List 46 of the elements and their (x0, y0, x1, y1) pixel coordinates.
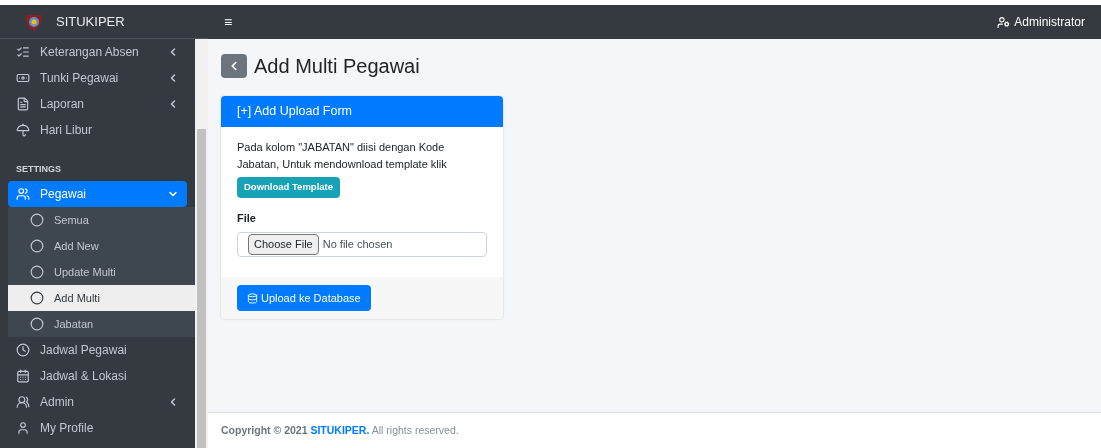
menu-icon[interactable]: ≡ (224, 11, 233, 33)
user-menu[interactable]: Administrator (997, 13, 1085, 31)
list-icon (16, 45, 30, 59)
circle-icon (30, 317, 44, 331)
sidebar-item[interactable]: Admin (8, 389, 187, 415)
circle-icon (30, 213, 44, 227)
submenu-item[interactable]: Add New (8, 233, 195, 259)
file-input[interactable]: Choose File No file chosen (237, 232, 487, 258)
copyright-text: Copyright © 2021 SITUKIPER. All rights reserved. (221, 422, 459, 438)
submenu-item[interactable]: Add Multi (8, 285, 195, 311)
circle-icon (30, 291, 44, 305)
user-icon (16, 421, 30, 435)
users-icon (16, 395, 30, 409)
choose-file-button[interactable]: Choose File (248, 234, 319, 255)
users-icon (16, 187, 30, 201)
upload-button[interactable]: Upload ke Database (237, 285, 371, 312)
database-icon (247, 292, 258, 304)
sidebar-item[interactable]: Laporan (8, 91, 187, 117)
sidebar-item[interactable]: My Profile (8, 415, 187, 441)
file-label: File (237, 210, 257, 226)
document-icon (16, 97, 30, 111)
submenu-item[interactable]: Semua (8, 207, 195, 233)
circle-icon (30, 265, 44, 279)
brand-link[interactable]: SITUKIPER. (310, 423, 370, 436)
banknote-icon (16, 71, 30, 85)
submenu-item[interactable]: Update Multi (8, 259, 195, 285)
circle-icon (30, 239, 44, 253)
submenu-item[interactable]: Jabatan (8, 311, 195, 337)
sidebar-item[interactable]: Hari Libur (8, 117, 187, 143)
brand-name[interactable]: SITUKIPER (56, 11, 125, 32)
sidebar-item[interactable]: Jadwal Pegawai (8, 337, 187, 363)
card-header: [+] Add Upload Form (221, 96, 503, 127)
umbrella-icon (16, 123, 30, 137)
sidebar-item[interactable]: Jadwal & Lokasi (8, 363, 187, 389)
back-button[interactable] (221, 54, 247, 78)
sidebar-item[interactable]: Tunki Pegawai (8, 65, 187, 91)
sidebar-item[interactable]: Pegawai (8, 181, 187, 207)
instruction-text: Pada kolom "JABATAN" diisi dengan Kode Jabatan, Untuk mendownload template klik (237, 140, 448, 172)
calendar-icon (16, 369, 30, 383)
users-gear-icon (997, 15, 1011, 29)
page-title: Add Multi Pegawai (254, 54, 420, 79)
clock-icon (16, 343, 30, 357)
section-header: SETTINGS (15, 162, 62, 176)
file-status: No file chosen (322, 237, 393, 253)
scrollbar[interactable] (195, 39, 208, 448)
sidebar-item[interactable]: Keterangan Absen (8, 39, 187, 65)
